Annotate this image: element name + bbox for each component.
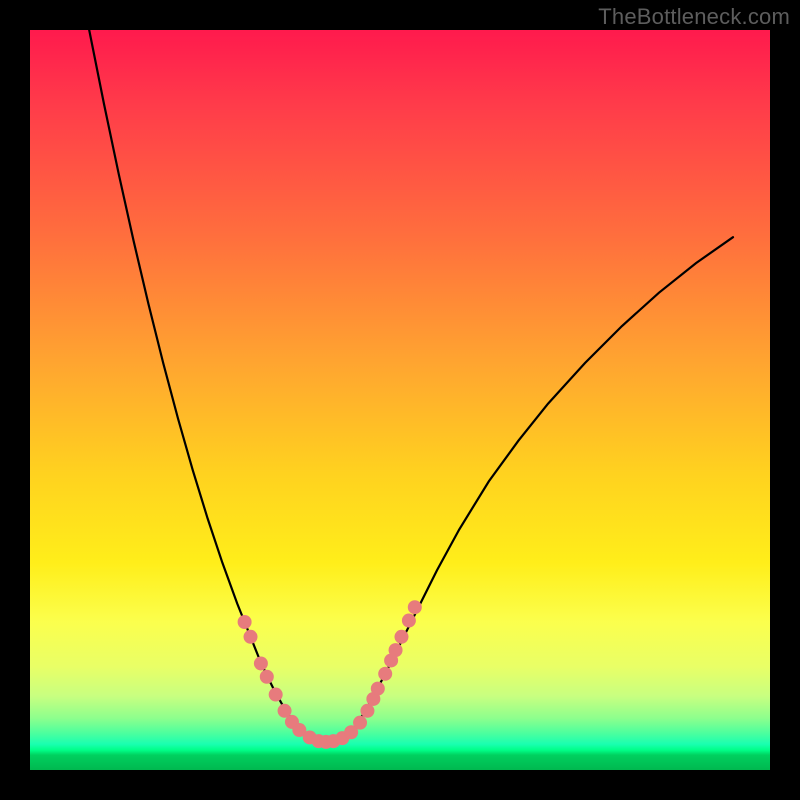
highlight-dot xyxy=(371,682,385,696)
highlight-dot xyxy=(378,667,392,681)
highlight-dot xyxy=(360,704,374,718)
highlight-dot xyxy=(353,716,367,730)
highlight-dot xyxy=(254,656,268,670)
highlight-dot xyxy=(238,615,252,629)
chart-frame: TheBottleneck.com xyxy=(0,0,800,800)
highlight-dot xyxy=(408,600,422,614)
curve-svg xyxy=(30,30,770,770)
curve-left-branch xyxy=(89,30,304,734)
curve-right-branch xyxy=(348,237,733,734)
highlight-dot xyxy=(244,630,258,644)
highlight-dot xyxy=(260,670,274,684)
highlight-dot xyxy=(269,688,283,702)
highlight-dots-group xyxy=(238,600,422,749)
highlight-dot xyxy=(394,630,408,644)
highlight-dot xyxy=(402,614,416,628)
watermark-text: TheBottleneck.com xyxy=(598,4,790,30)
highlight-dot xyxy=(389,643,403,657)
plot-area xyxy=(30,30,770,770)
